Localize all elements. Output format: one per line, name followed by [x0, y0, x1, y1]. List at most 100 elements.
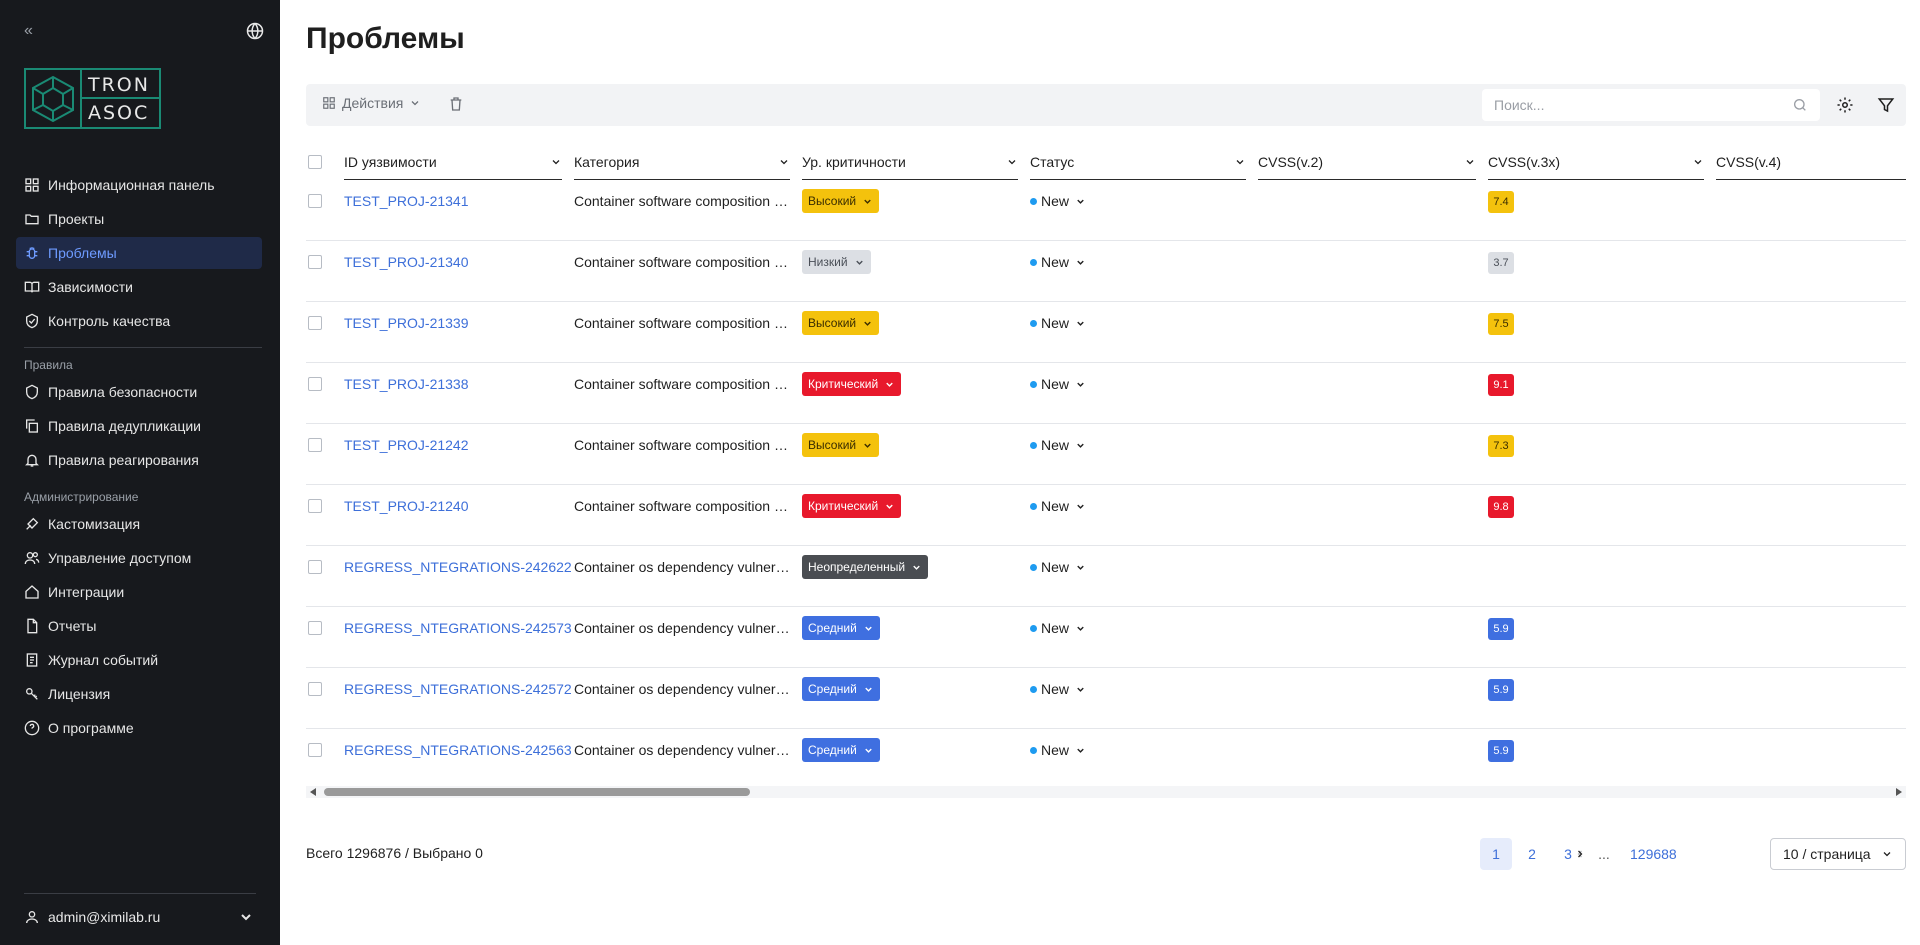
status-dropdown[interactable]: New [1030, 681, 1086, 697]
row-checkbox[interactable] [308, 499, 322, 513]
horizontal-scrollbar[interactable] [306, 786, 1906, 798]
severity-badge[interactable]: Средний [802, 738, 880, 762]
sidebar-item-dependencies[interactable]: Зависимости [16, 271, 262, 303]
row-checkbox[interactable] [308, 743, 322, 757]
row-checkbox[interactable] [308, 316, 322, 330]
column-header-id[interactable]: ID уязвимости [344, 144, 562, 180]
table-row[interactable]: TEST_PROJ-21341 Container software compos… [306, 180, 1906, 241]
page-size-value: 10 / страница [1783, 846, 1871, 862]
sidebar-item-integrations[interactable]: Интеграции [16, 576, 262, 608]
status-dropdown[interactable]: New [1030, 498, 1086, 514]
chevron-down-icon [865, 748, 872, 753]
column-header-severity[interactable]: Ур. критичности [802, 144, 1018, 180]
sidebar-item-response-rules[interactable]: Правила реагирования [16, 444, 262, 476]
status-dropdown[interactable]: New [1030, 193, 1086, 209]
sidebar-item-license[interactable]: Лицензия [16, 678, 262, 710]
row-checkbox[interactable] [308, 560, 322, 574]
table-row[interactable]: REGRESS_NTEGRATIONS-242573 Container os d… [306, 607, 1906, 668]
filter-icon[interactable] [1877, 96, 1895, 114]
column-label: Ур. критичности [802, 153, 906, 170]
sidebar-item-reports[interactable]: Отчеты [16, 610, 262, 642]
severity-label: Критический [808, 499, 879, 513]
sidebar-item-event-log[interactable]: Журнал событий [16, 644, 262, 676]
table-row[interactable]: REGRESS_NTEGRATIONS-242563 Container os d… [306, 729, 1906, 780]
vulnerability-id-link[interactable]: TEST_PROJ-21338 [344, 376, 469, 392]
scroll-right-arrow-icon[interactable] [1896, 788, 1902, 796]
sidebar-item-quality-control[interactable]: Контроль качества [16, 305, 262, 337]
sidebar-item-issues[interactable]: Проблемы [16, 237, 262, 269]
folder-icon [25, 214, 39, 225]
vulnerability-id-link[interactable]: REGRESS_NTEGRATIONS-242563 [344, 742, 572, 758]
vulnerability-id-link[interactable]: REGRESS_NTEGRATIONS-242573 [344, 620, 572, 636]
status-dropdown[interactable]: New [1030, 742, 1086, 758]
vulnerability-id-link[interactable]: TEST_PROJ-21242 [344, 437, 469, 453]
status-dropdown[interactable]: New [1030, 376, 1086, 392]
severity-badge[interactable]: Высокий [802, 189, 880, 213]
sidebar-item-dedup-rules[interactable]: Правила дедупликации [16, 410, 262, 442]
table-row[interactable]: TEST_PROJ-21339 Container software compos… [306, 302, 1906, 363]
row-checkbox[interactable] [308, 621, 322, 635]
severity-badge[interactable]: Низкий [802, 250, 871, 274]
select-all-checkbox[interactable] [308, 155, 322, 169]
sidebar-item-dashboard[interactable]: Информационная панель [16, 169, 262, 201]
column-header-cvss2[interactable]: CVSS(v.2) [1258, 144, 1476, 180]
severity-badge[interactable]: Высокий [802, 433, 880, 457]
table-row[interactable]: REGRESS_NTEGRATIONS-242622 Container os d… [306, 546, 1906, 607]
gear-icon[interactable] [1836, 96, 1854, 114]
column-header-category[interactable]: Категория [574, 144, 790, 180]
logo-cube-icon [26, 70, 82, 127]
page-size-select[interactable]: 10 / страница [1770, 838, 1906, 870]
vulnerability-id-link[interactable]: TEST_PROJ-21339 [344, 315, 469, 331]
status-dot-icon [1030, 380, 1037, 388]
vulnerability-id-link[interactable]: REGRESS_NTEGRATIONS-242622 [344, 559, 572, 575]
table-row[interactable]: TEST_PROJ-21242 Container software compos… [306, 424, 1906, 485]
status-dropdown[interactable]: New [1030, 254, 1086, 270]
sidebar-top: « [24, 22, 264, 42]
table-row[interactable]: REGRESS_NTEGRATIONS-242572 Container os d… [306, 668, 1906, 729]
vulnerability-id-link[interactable]: TEST_PROJ-21340 [344, 254, 469, 270]
vulnerability-id-link[interactable]: TEST_PROJ-21341 [344, 193, 469, 209]
status-dropdown[interactable]: New [1030, 437, 1086, 453]
severity-badge[interactable]: Средний [802, 616, 880, 640]
sidebar-item-security-rules[interactable]: Правила безопасности [16, 376, 262, 408]
vulnerability-id-link[interactable]: TEST_PROJ-21240 [344, 498, 469, 514]
actions-dropdown[interactable]: Действия [322, 95, 427, 111]
status-dropdown[interactable]: New [1030, 315, 1086, 331]
row-checkbox[interactable] [308, 682, 322, 696]
trash-icon[interactable] [448, 96, 464, 112]
user-menu[interactable]: admin@ximilab.ru [24, 905, 262, 929]
next-page-button[interactable] [1496, 838, 1665, 870]
column-header-cvss3[interactable]: CVSS(v.3x) [1488, 144, 1704, 180]
sidebar-item-label: Отчеты [48, 618, 97, 634]
sidebar-item-access-control[interactable]: Управление доступом [16, 542, 262, 574]
sidebar-item-projects[interactable]: Проекты [16, 203, 262, 235]
table-row[interactable]: TEST_PROJ-21240 Container software compos… [306, 485, 1906, 546]
sidebar-item-customization[interactable]: Кастомизация [16, 508, 262, 540]
column-header-cvss4[interactable]: CVSS(v.4) [1716, 144, 1906, 180]
table-row[interactable]: TEST_PROJ-21338 Container software compos… [306, 363, 1906, 424]
row-checkbox[interactable] [308, 194, 322, 208]
sidebar-item-about[interactable]: О программе [16, 712, 262, 744]
severity-badge[interactable]: Критический [802, 494, 902, 518]
severity-badge[interactable]: Неопределенный [802, 555, 929, 579]
cvss3-badge: 9.8 [1488, 496, 1514, 518]
severity-badge[interactable]: Высокий [802, 311, 880, 335]
row-checkbox[interactable] [308, 438, 322, 452]
status-dropdown[interactable]: New [1030, 559, 1086, 575]
table-row[interactable]: TEST_PROJ-21340 Container software compos… [306, 241, 1906, 302]
search-field[interactable] [1482, 89, 1820, 121]
logo[interactable]: TRON ASOC [24, 68, 161, 129]
scroll-thumb[interactable] [324, 788, 750, 796]
row-checkbox[interactable] [308, 377, 322, 391]
search-input[interactable] [1494, 97, 1792, 113]
vulnerability-id-link[interactable]: REGRESS_NTEGRATIONS-242572 [344, 681, 572, 697]
globe-icon[interactable] [246, 22, 264, 40]
collapse-sidebar-icon[interactable]: « [24, 22, 33, 40]
column-header-status[interactable]: Статус [1030, 144, 1246, 180]
severity-badge[interactable]: Критический [802, 372, 902, 396]
status-dropdown[interactable]: New [1030, 620, 1086, 636]
severity-label: Высокий [808, 438, 857, 452]
severity-badge[interactable]: Средний [802, 677, 880, 701]
row-checkbox[interactable] [308, 255, 322, 269]
scroll-left-arrow-icon[interactable] [310, 788, 316, 796]
